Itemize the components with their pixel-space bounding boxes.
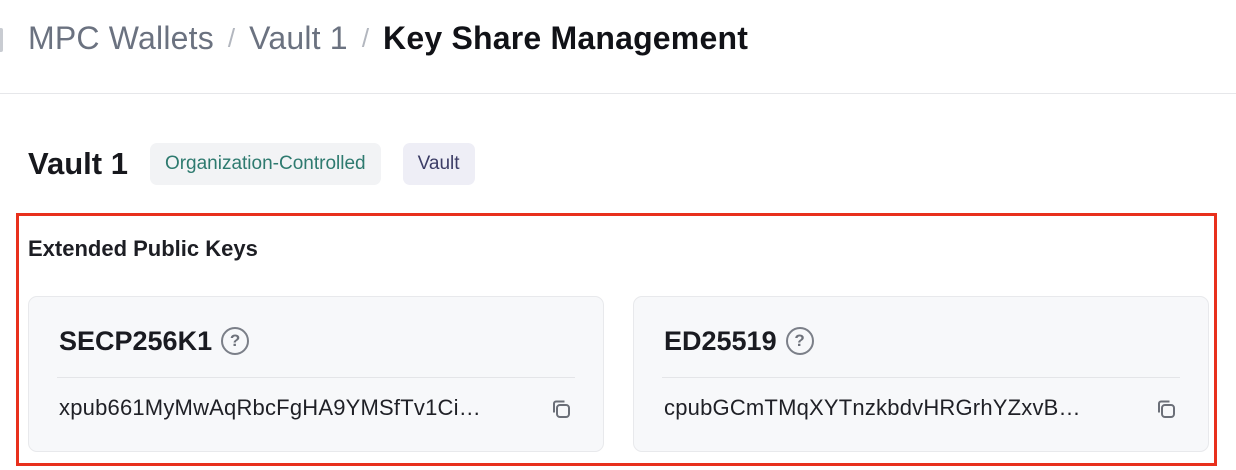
divider <box>57 377 575 378</box>
extended-public-keys-section: Extended Public Keys SECP256K1 ? xpub661… <box>16 213 1217 466</box>
page-title: Vault 1 <box>28 146 128 181</box>
key-card-header: ED25519 ? <box>664 323 814 359</box>
copy-icon[interactable] <box>549 397 573 421</box>
key-algorithm-name: SECP256K1 <box>59 325 213 356</box>
breadcrumb-current-page: Key Share Management <box>383 19 749 56</box>
organization-controlled-badge: Organization-Controlled <box>149 143 381 185</box>
extended-public-key-value: cpubGCmTMqXYTnzkbdvHRGrhYZxvB… <box>664 395 1081 420</box>
secp256k1-key-card: SECP256K1 ? xpub661MyMwAqRbcFgHA9YMSfTv1… <box>28 296 604 452</box>
ed25519-key-card: ED25519 ? cpubGCmTMqXYTnzkbdvHRGrhYZxvB… <box>633 296 1209 452</box>
divider <box>662 377 1180 378</box>
vault-type-badge: Vault <box>402 143 475 185</box>
breadcrumb-vault[interactable]: Vault 1 <box>249 20 348 57</box>
vault-title-row: Vault 1 Organization-Controlled Vault <box>28 142 475 186</box>
question-circle-icon[interactable]: ? <box>785 327 814 355</box>
page-header: MPC Wallets / Vault 1 / Key Share Manage… <box>0 0 1236 94</box>
question-circle-icon[interactable]: ? <box>221 327 250 355</box>
breadcrumb-mpc-wallets[interactable]: MPC Wallets <box>28 20 214 57</box>
breadcrumb: MPC Wallets / Vault 1 / Key Share Manage… <box>28 18 748 58</box>
key-share-management-page: MPC Wallets / Vault 1 / Key Share Manage… <box>0 0 1236 470</box>
copy-icon[interactable] <box>1154 397 1178 421</box>
breadcrumb-separator: / <box>361 22 370 53</box>
sidebar-edge <box>0 28 3 52</box>
key-algorithm-name: ED25519 <box>664 325 777 356</box>
section-title: Extended Public Keys <box>28 236 258 261</box>
breadcrumb-separator: / <box>227 22 236 53</box>
extended-public-key-value: xpub661MyMwAqRbcFgHA9YMSfTv1Ci… <box>59 395 481 420</box>
key-card-header: SECP256K1 ? <box>59 323 250 359</box>
